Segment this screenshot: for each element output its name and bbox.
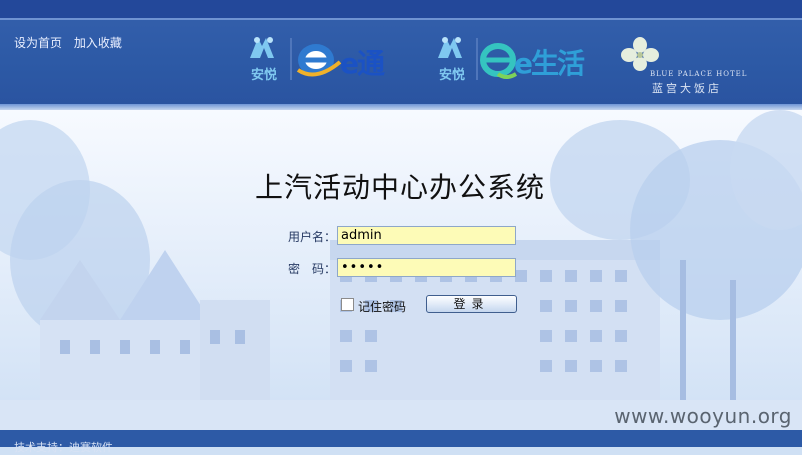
add-favorite-link[interactable]: 加入收藏 [74,36,122,50]
username-input[interactable]: admin [337,226,516,245]
clover-icon [621,37,659,71]
etong-logo: e通 [296,36,406,86]
anyue-logo-text: 安悦 [250,68,277,83]
anyue-mark-icon [438,37,462,58]
set-homepage-link[interactable]: 设为首页 [14,36,62,50]
footer-text: 技术支持：迪赛软件 [14,441,113,454]
remember-password-label[interactable]: 记住密码 [358,298,406,315]
remember-password-checkbox[interactable] [341,298,354,311]
eshenghuo-logo-text: e生活 [514,47,585,80]
password-label: 密 码： [288,262,337,276]
logo-divider [290,38,292,80]
blue-palace-logo: BLUE PALACE HOTEL 蓝宫大饭店 [620,36,770,96]
header-top-strip [0,0,802,18]
blue-palace-cn-text: 蓝宫大饭店 [652,82,722,95]
footer-bar: 技术支持：迪赛软件 [0,430,802,454]
username-label: 用户名： [288,230,337,244]
password-input[interactable]: ••••• [337,258,516,277]
watermark-text: www.wooyun.org [614,404,792,428]
eshenghuo-logo: e生活 [480,36,592,86]
etong-logo-text: e通 [340,47,385,80]
page-title: 上汽活动中心办公系统 [0,166,802,206]
anyue-mark-icon [250,37,274,58]
login-panel: 上汽活动中心办公系统 用户名： admin 密 码： ••••• 记住密码 登录… [0,110,802,430]
system-title-text: 上汽活动中心办公系统 [254,171,545,204]
anyue-logo: 安悦 [244,36,284,84]
blue-palace-en-text: BLUE PALACE HOTEL [650,70,748,78]
header-links: 设为首页 加入收藏 [14,34,130,51]
anyue-logo-text: 安悦 [438,68,465,83]
header-bar: 设为首页 加入收藏 安悦 e通 安悦 e生活 BLUE PALACE HOTEL… [0,0,802,110]
login-button[interactable]: 登录 [426,295,517,313]
anyue-logo-2: 安悦 [432,36,472,84]
header-separator [0,18,802,20]
logo-divider [476,38,478,80]
